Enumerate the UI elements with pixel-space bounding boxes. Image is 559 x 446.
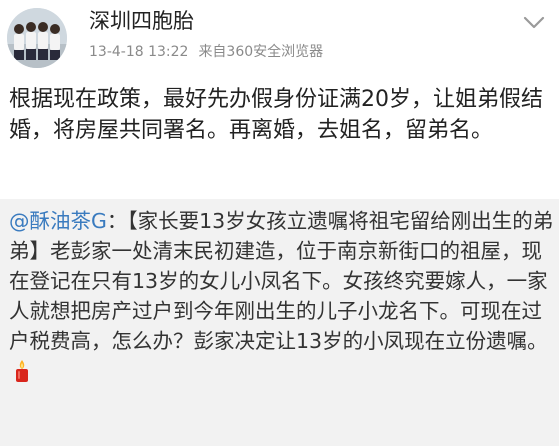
post-body: 根据现在政策，最好先办假身份证满20岁，让姐弟假结婚，将房屋共同署名。再离婚，去… (9, 87, 543, 143)
avatar[interactable] (7, 8, 67, 68)
avatar-photo (7, 8, 67, 68)
post-menu-button[interactable] (521, 12, 547, 32)
author-name[interactable]: 深圳四胞胎 (89, 8, 194, 34)
post-timestamp: 13-4-18 13:22 (89, 44, 189, 60)
mention-link[interactable]: @酥油茶G (9, 209, 107, 233)
post-meta: 13-4-18 13:22 来自360安全浏览器 (89, 43, 333, 61)
chevron-down-icon (523, 16, 545, 29)
repost-text-block: @酥油茶G：【家长要13岁女孩立遗嘱将祖宅留给刚出生的弟弟】老彭家一处清末民初建… (9, 206, 554, 386)
post-source[interactable]: 来自360安全浏览器 (198, 44, 323, 60)
repost-quote[interactable]: @酥油茶G：【家长要13岁女孩立遗嘱将祖宅留给刚出生的弟弟】老彭家一处清末民初建… (0, 199, 559, 446)
repost-colon: ： (106, 209, 128, 233)
candle-icon (12, 359, 32, 383)
weibo-post: 深圳四胞胎 13-4-18 13:22 来自360安全浏览器 根据现在政策，最好先… (0, 0, 559, 446)
